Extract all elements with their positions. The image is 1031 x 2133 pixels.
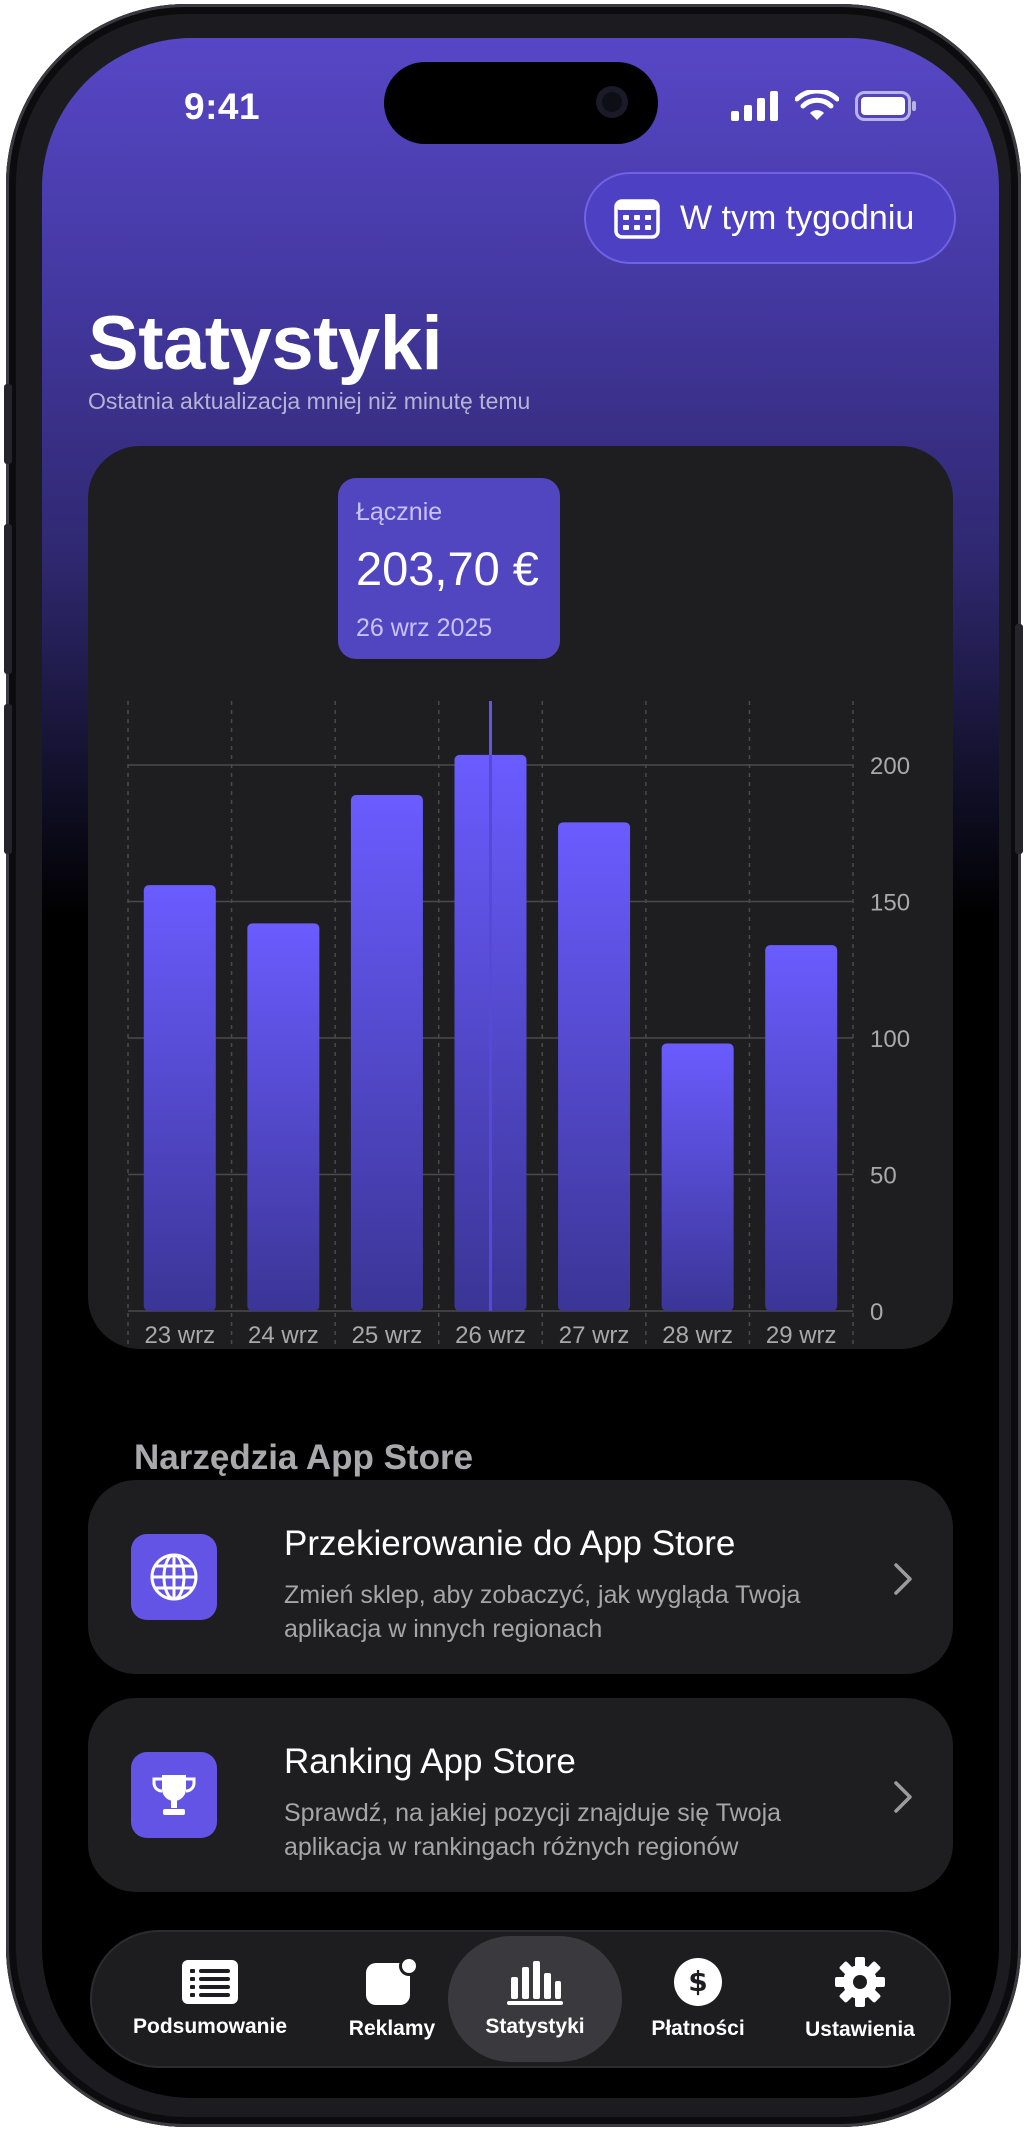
status-icons (731, 90, 917, 122)
tab-label: Podsumowanie (132, 2015, 288, 2038)
bar-23-wrz[interactable] (143, 885, 216, 1311)
chevron-right-icon (894, 1781, 912, 1813)
status-time: 9:41 (184, 86, 261, 127)
section-title: Narzędzia App Store (134, 1438, 474, 1477)
tab-label: Reklamy (348, 2017, 436, 2040)
globe-icon (131, 1534, 217, 1620)
trophy-icon (131, 1752, 217, 1838)
cellular-signal-icon (731, 91, 778, 121)
tab-reklamy[interactable]: Reklamy (314, 1936, 470, 2062)
x-tick-label: 25 wrz (352, 1322, 423, 1349)
tooltip-label: Łącznie (356, 498, 443, 526)
tab-label: Płatności (651, 2017, 745, 2040)
bar-25-wrz[interactable] (350, 795, 423, 1311)
page-title: Statystyki (88, 301, 443, 386)
x-tick-label: 26 wrz (455, 1322, 526, 1349)
app-badge-icon (366, 1957, 419, 2005)
chart-tooltip: Łącznie 203,70 € 26 wrz 2025 (338, 478, 560, 659)
date-range-button[interactable]: W tym tygodniu (584, 172, 956, 264)
tool-title: Ranking App Store (284, 1742, 576, 1781)
list-icon (182, 1960, 238, 2004)
tab-ustawienia[interactable]: Ustawienia (780, 1936, 940, 2062)
tab-podsumowanie[interactable]: Podsumowanie (110, 1936, 310, 2062)
tab-label: Ustawienia (805, 2018, 915, 2041)
tooltip-date: 26 wrz 2025 (356, 614, 493, 642)
tooltip-value: 203,70 € (356, 542, 539, 595)
volume-up-button (4, 524, 12, 674)
y-tick-label: 200 (870, 753, 910, 780)
y-tick-label: 50 (870, 1163, 897, 1190)
y-tick-label: 0 (870, 1299, 883, 1326)
x-tick-label: 23 wrz (144, 1322, 215, 1349)
tab-label: Statystyki (485, 2015, 585, 2038)
calendar-icon (614, 199, 660, 239)
x-tick-label: 28 wrz (662, 1322, 733, 1349)
y-tick-label: 100 (870, 1026, 910, 1053)
tab-platnosci[interactable]: $ Płatności (620, 1936, 776, 2062)
phone-frame: 9:41 W tym tygodniu Statystyki Ostatnia … (4, 4, 1023, 2127)
dollar-icon: $ (674, 1958, 722, 2006)
tab-statystyki[interactable]: Statystyki (448, 1936, 622, 2062)
battery-icon (855, 91, 916, 121)
bar-28-wrz[interactable] (661, 1043, 734, 1311)
volume-down-button (4, 704, 12, 854)
camera-icon (596, 86, 628, 118)
gear-icon (835, 1957, 885, 2007)
bar-29-wrz[interactable] (765, 945, 838, 1311)
power-button (1015, 624, 1023, 854)
svg-text:$: $ (688, 1965, 707, 1998)
x-tick-label: 27 wrz (559, 1322, 630, 1349)
screen: 9:41 W tym tygodniu Statystyki Ostatnia … (42, 38, 999, 2098)
tool-description: Sprawdź, na jakiej pozycji znajduje się … (284, 1799, 782, 1861)
date-range-label: W tym tygodniu (680, 198, 915, 237)
x-tick-label: 29 wrz (766, 1322, 837, 1349)
bar-27-wrz[interactable] (558, 822, 631, 1311)
wifi-icon (795, 90, 839, 120)
last-updated-text: Ostatnia aktualizacja mniej niż minutę t… (88, 388, 531, 414)
chevron-right-icon (894, 1563, 912, 1595)
y-tick-label: 150 (870, 890, 910, 917)
x-tick-label: 24 wrz (248, 1322, 319, 1349)
bar-24-wrz[interactable] (247, 923, 320, 1311)
app-store-ranking-card[interactable]: Ranking App Store Sprawdź, na jakiej poz… (88, 1698, 953, 1892)
app-store-redirect-card[interactable]: Przekierowanie do App Store Zmień sklep,… (88, 1480, 953, 1674)
silent-switch (4, 384, 12, 464)
tool-title: Przekierowanie do App Store (284, 1524, 736, 1563)
tab-bar: Podsumowanie Reklamy Statystyki $ Płatno… (90, 1930, 951, 2068)
tool-description: Zmień sklep, aby zobaczyć, jak wygląda T… (284, 1581, 801, 1643)
bar-chart-icon (507, 1961, 563, 2005)
dynamic-island (384, 62, 658, 144)
